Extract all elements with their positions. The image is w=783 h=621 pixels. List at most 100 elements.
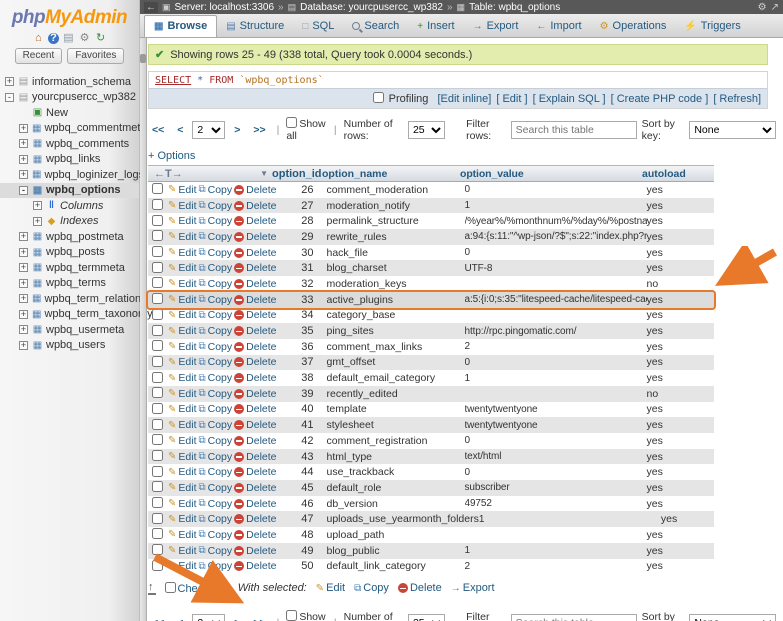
favorites-tab[interactable]: Favorites [67, 48, 124, 64]
settings-icon[interactable]: ⚙ [78, 31, 91, 44]
row-edit-link[interactable]: ✎Edit [168, 184, 196, 196]
row-edit-link[interactable]: ✎Edit [168, 482, 196, 494]
tree-item-wpbq-loginizer-logs[interactable]: + ▦ wpbq_loginizer_logs [0, 167, 139, 183]
row-checkbox[interactable] [152, 419, 163, 430]
row-copy-link[interactable]: ⧉Copy [198, 262, 232, 274]
sort-by-key-select[interactable]: None [689, 121, 776, 139]
row-copy-link[interactable]: ⧉Copy [198, 529, 232, 541]
row-copy-link[interactable]: ⧉Copy [198, 341, 232, 353]
breadcrumb-server[interactable]: Server: localhost:3306 [175, 2, 275, 13]
show-all-toggle[interactable]: Show all [286, 610, 327, 621]
expand-icon[interactable]: + [19, 124, 28, 133]
tree-item-wpbq-terms[interactable]: + ▦ wpbq_terms [0, 276, 139, 292]
show-all-checkbox[interactable] [286, 117, 297, 128]
row-delete-link[interactable]: Delete [234, 309, 276, 321]
row-copy-link[interactable]: ⧉Copy [198, 403, 232, 415]
selected-copy-button[interactable]: ⧉Copy [354, 582, 389, 594]
header-autoload[interactable]: autoload [642, 168, 714, 180]
row-delete-link[interactable]: Delete [234, 403, 276, 415]
row-edit-link[interactable]: ✎Edit [168, 560, 196, 572]
row-edit-link[interactable]: ✎Edit [168, 247, 196, 259]
tree-item-indexes[interactable]: + ◆ Indexes [0, 214, 139, 230]
row-copy-link[interactable]: ⧉Copy [198, 560, 232, 572]
expand-icon[interactable]: + [19, 279, 28, 288]
tree-item-wpbq-users[interactable]: + ▦ wpbq_users [0, 338, 139, 354]
row-edit-link[interactable]: ✎Edit [168, 309, 196, 321]
row-edit-link[interactable]: ✎Edit [168, 262, 196, 274]
check-all-checkbox[interactable] [165, 582, 176, 593]
row-checkbox[interactable] [152, 544, 163, 555]
row-copy-link[interactable]: ⧉Copy [198, 247, 232, 259]
row-checkbox[interactable] [152, 183, 163, 194]
docs-icon[interactable]: ▤ [62, 31, 75, 44]
home-icon[interactable]: ⌂ [32, 32, 45, 44]
row-checkbox[interactable] [152, 340, 163, 351]
tab-triggers[interactable]: ⚡ Triggers [675, 16, 749, 37]
collapse-icon[interactable]: - [19, 186, 28, 195]
row-delete-link[interactable]: Delete [234, 356, 276, 368]
row-delete-link[interactable]: Delete [234, 231, 276, 243]
page-select[interactable]: 2 [192, 614, 225, 621]
row-checkbox[interactable] [152, 481, 163, 492]
tab-structure[interactable]: ▤ Structure [217, 16, 293, 37]
row-edit-link[interactable]: ✎Edit [168, 231, 196, 243]
sql-select-keyword[interactable]: SELECT [155, 75, 191, 86]
row-delete-link[interactable]: Delete [234, 200, 276, 212]
tree-item-wpbq-postmeta[interactable]: + ▦ wpbq_postmeta [0, 229, 139, 245]
row-edit-link[interactable]: ✎Edit [168, 388, 196, 400]
row-edit-link[interactable]: ✎Edit [168, 513, 196, 525]
expand-icon[interactable]: + [19, 248, 28, 257]
filter-rows-input[interactable] [511, 614, 637, 621]
row-delete-link[interactable]: Delete [234, 341, 276, 353]
row-delete-link[interactable]: Delete [234, 247, 276, 259]
row-edit-link[interactable]: ✎Edit [168, 529, 196, 541]
tree-item-wpbq-usermeta[interactable]: + ▦ wpbq_usermeta [0, 322, 139, 338]
row-delete-link[interactable]: Delete [234, 466, 276, 478]
expand-icon[interactable]: + [19, 294, 28, 303]
row-copy-link[interactable]: ⧉Copy [198, 482, 232, 494]
row-copy-link[interactable]: ⧉Copy [198, 466, 232, 478]
rows-count-select[interactable]: 25 [408, 614, 445, 621]
expand-icon[interactable]: + [19, 341, 28, 350]
prev-page-button[interactable]: < [173, 615, 187, 621]
row-checkbox[interactable] [152, 372, 163, 383]
show-all-toggle[interactable]: Show all [286, 117, 327, 142]
tab-export[interactable]: → Export [464, 16, 528, 37]
row-delete-link[interactable]: Delete [234, 513, 276, 525]
tree-item-new-table[interactable]: ▣ New [0, 105, 139, 121]
row-checkbox[interactable] [152, 528, 163, 539]
tree-item-wpbq-comments[interactable]: + ▦ wpbq_comments [0, 136, 139, 152]
filter-rows-input[interactable] [511, 121, 637, 139]
selected-edit-button[interactable]: ✎Edit [316, 582, 345, 594]
row-copy-link[interactable]: ⧉Copy [198, 435, 232, 447]
row-copy-link[interactable]: ⧉Copy [198, 372, 232, 384]
tab-browse[interactable]: ▦ Browse [144, 15, 217, 37]
tab-search[interactable]: Search [343, 16, 408, 37]
sort-by-key-select[interactable]: None [689, 614, 776, 621]
breadcrumb-database[interactable]: Database: yourcpusercc_wp382 [300, 2, 443, 13]
tree-item-wpbq-term-taxonomy[interactable]: + ▦ wpbq_term_taxonomy [0, 307, 139, 323]
show-all-checkbox[interactable] [286, 610, 297, 621]
row-copy-link[interactable]: ⧉Copy [198, 215, 232, 227]
row-copy-link[interactable]: ⧉Copy [198, 294, 232, 306]
page-settings-gear-icon[interactable]: ⚙ [758, 2, 767, 13]
tree-item-information-schema[interactable]: + ▤ information_schema [0, 74, 139, 90]
query-options-link[interactable]: + Options [148, 150, 218, 162]
next-page-button[interactable]: > [230, 122, 244, 138]
row-delete-link[interactable]: Delete [234, 560, 276, 572]
tab-import[interactable]: ← Import [527, 16, 590, 37]
row-copy-link[interactable]: ⧉Copy [198, 513, 232, 525]
tree-item-wpbq-options[interactable]: - ▦ wpbq_options [0, 183, 139, 199]
tree-item-wpbq-termmeta[interactable]: + ▦ wpbq_termmeta [0, 260, 139, 276]
row-checkbox[interactable] [152, 230, 163, 241]
header-option-id[interactable]: option_id [272, 168, 322, 180]
expand-icon[interactable]: + [19, 310, 28, 319]
row-edit-link[interactable]: ✎Edit [168, 215, 196, 227]
selected-delete-button[interactable]: Delete [398, 582, 442, 594]
row-copy-link[interactable]: ⧉Copy [198, 356, 232, 368]
row-copy-link[interactable]: ⧉Copy [198, 325, 232, 337]
tab-insert[interactable]: + Insert [408, 16, 463, 37]
prev-page-button[interactable]: < [173, 122, 187, 138]
row-edit-link[interactable]: ✎Edit [168, 498, 196, 510]
row-checkbox[interactable] [152, 277, 163, 288]
